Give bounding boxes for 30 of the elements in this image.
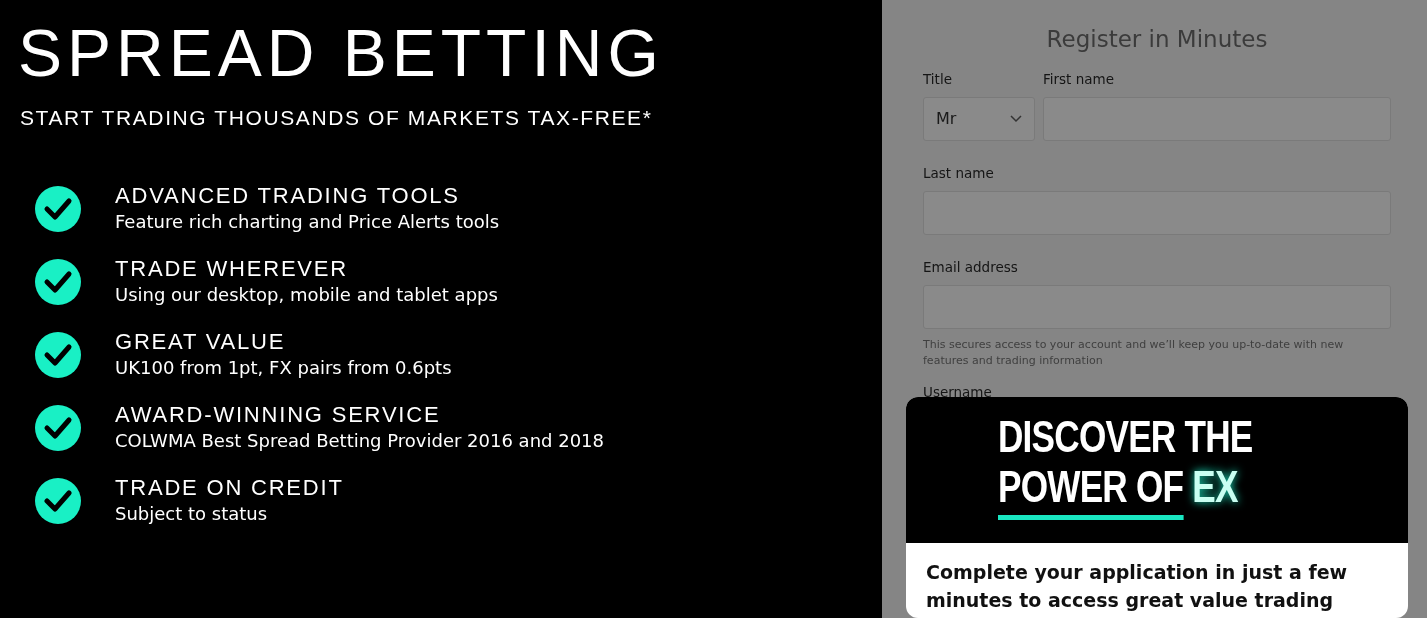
feature-text: Subject to status	[115, 501, 268, 525]
check-icon	[35, 259, 81, 305]
feature-text: Feature rich charting and Price Alerts tools	[115, 209, 500, 233]
feature-text: UK100 from 1pt, FX pairs from 0.6pts	[115, 355, 452, 379]
field-label: Last name	[923, 163, 994, 183]
page-title: SPREAD BETTING	[18, 20, 664, 86]
check-icon	[35, 332, 81, 378]
promo-headline: DISCOVER THE	[997, 415, 1253, 459]
check-icon	[35, 405, 81, 451]
promo-accent: EX	[1192, 462, 1238, 511]
feature-heading: TRADE WHEREVER	[115, 256, 348, 281]
subtitle: START TRADING THOUSANDS OF MARKETS TAX-FREE*	[20, 105, 653, 131]
feature-text: COLWMA Best Spread Betting Provider 2016 and 2018	[115, 428, 604, 452]
form-heading: Register in Minutes	[1045, 25, 1269, 54]
help-text: This secures access to your account and we’ll keep you up-to-date with new features and trading information	[923, 337, 1345, 369]
promo-headline: POWER OF	[997, 462, 1184, 520]
check-icon	[35, 186, 81, 232]
title-select[interactable]: Mr	[923, 96, 1035, 141]
feature-heading: AWARD-WINNING SERVICE	[115, 402, 441, 427]
feature-heading: ADVANCED TRADING TOOLS	[115, 183, 460, 208]
field-label: First name	[1043, 69, 1114, 89]
feature-text: Using our desktop, mobile and tablet apps	[115, 282, 498, 306]
feature-heading: TRADE ON CREDIT	[115, 475, 344, 500]
field-label: Username	[923, 383, 992, 403]
field-label: Title	[923, 69, 952, 89]
field-label: Email address	[923, 258, 1018, 277]
check-icon	[35, 478, 81, 524]
popup-message: Complete your application in just a few minutes to access great value trading	[925, 560, 1349, 613]
feature-heading: GREAT VALUE	[115, 329, 286, 354]
chevron-down-icon	[1010, 114, 1022, 123]
